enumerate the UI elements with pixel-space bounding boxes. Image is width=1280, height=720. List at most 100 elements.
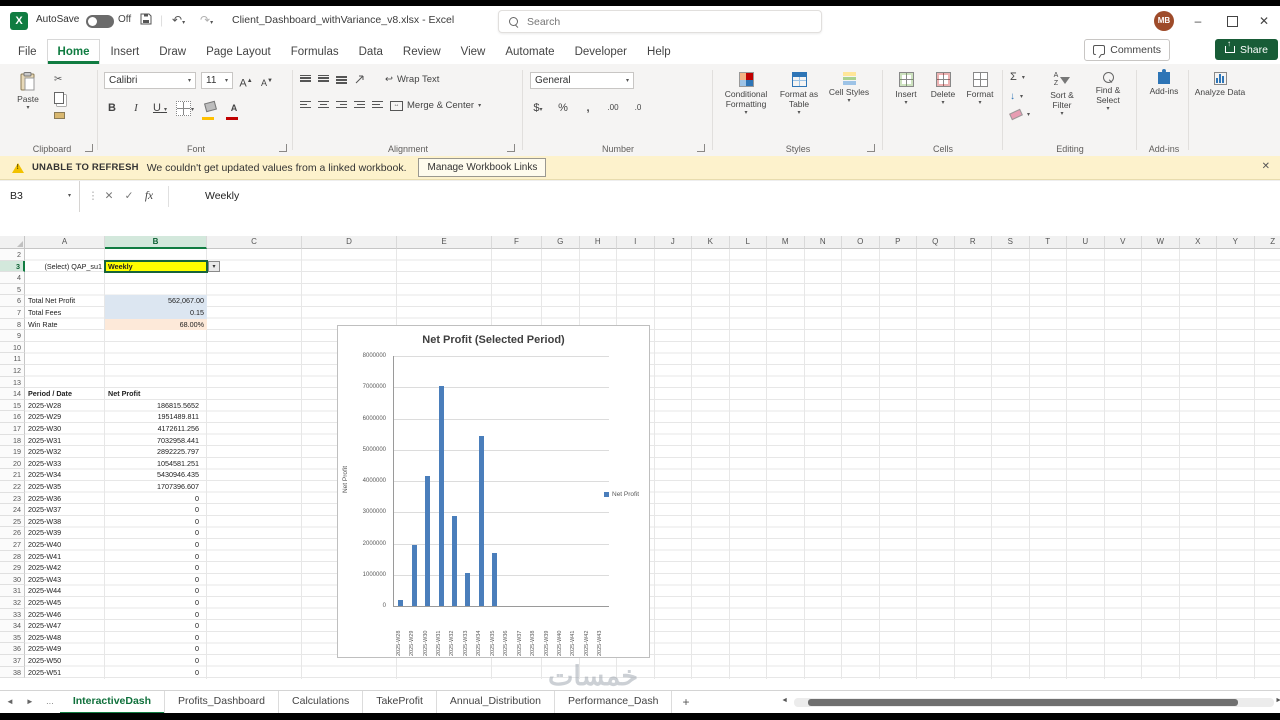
save-icon[interactable]	[140, 13, 152, 28]
column-header-E[interactable]: E	[397, 236, 492, 249]
cell-B17[interactable]: 4172611.256	[105, 423, 207, 435]
row-header-30[interactable]: 30	[0, 573, 25, 586]
row-header-5[interactable]: 5	[0, 283, 25, 296]
name-box[interactable]: B3 ▾	[0, 181, 80, 212]
row-header-14[interactable]: 14	[0, 388, 25, 400]
insert-function-icon[interactable]: fx	[140, 181, 158, 212]
row-header-37[interactable]: 37	[0, 655, 25, 667]
styles-dialog-launcher[interactable]	[867, 144, 875, 152]
copy-button[interactable]	[54, 92, 64, 104]
cell-A31[interactable]: 2025-W44	[25, 585, 105, 597]
cell-B23[interactable]: 0	[105, 493, 207, 505]
cell-B6[interactable]: 562,067.00	[105, 295, 207, 307]
format-cells-button[interactable]: Format ▾	[962, 72, 998, 107]
cell-B19[interactable]: 2892225.797	[105, 446, 207, 458]
increase-decimal-button[interactable]: .00	[605, 100, 621, 116]
column-header-S[interactable]: S	[992, 236, 1030, 249]
sheet-tab-performance_dash[interactable]: Performance_Dash	[555, 691, 673, 713]
cell-A16[interactable]: 2025-W29	[25, 411, 105, 423]
cell-A7[interactable]: Total Fees	[25, 307, 105, 319]
cell-A15[interactable]: 2025-W28	[25, 400, 105, 412]
cell-A8[interactable]: Win Rate	[25, 319, 105, 331]
row-header-25[interactable]: 25	[0, 515, 25, 528]
cell-B3[interactable]: Weekly	[104, 259, 208, 274]
cell-A29[interactable]: 2025-W42	[25, 562, 105, 574]
row-header-6[interactable]: 6	[0, 295, 25, 307]
cell-B24[interactable]: 0	[105, 504, 207, 516]
row-header-19[interactable]: 19	[0, 446, 25, 458]
message-bar-close-icon[interactable]: ✕	[1262, 161, 1270, 172]
find-select-button[interactable]: Find & Select ▾	[1086, 72, 1130, 112]
column-header-K[interactable]: K	[692, 236, 730, 249]
analyze-data-button[interactable]: Analyze Data	[1194, 72, 1246, 98]
row-header-38[interactable]: 38	[0, 666, 25, 679]
cell-B26[interactable]: 0	[105, 527, 207, 539]
cell-B30[interactable]: 0	[105, 574, 207, 586]
conditional-formatting-button[interactable]: Conditional Formatting ▾	[720, 72, 772, 116]
new-sheet-button[interactable]: +	[672, 691, 699, 713]
row-header-33[interactable]: 33	[0, 608, 25, 621]
accounting-format-button[interactable]: $▾	[530, 100, 546, 116]
number-dialog-launcher[interactable]	[697, 144, 705, 152]
hscroll-left-arrow[interactable]: ◄	[781, 697, 788, 704]
row-header-4[interactable]: 4	[0, 272, 25, 284]
search-box[interactable]	[498, 10, 822, 33]
alignment-dialog-launcher[interactable]	[507, 144, 515, 152]
cell-B34[interactable]: 0	[105, 620, 207, 632]
cell-A14[interactable]: Period / Date	[25, 388, 105, 400]
cell-styles-button[interactable]: Cell Styles ▾	[826, 72, 872, 105]
cell-B27[interactable]: 0	[105, 539, 207, 551]
delete-cells-button[interactable]: Delete ▾	[925, 72, 961, 107]
orientation-button[interactable]	[354, 73, 366, 85]
column-header-G[interactable]: G	[542, 236, 580, 249]
row-header-3[interactable]: 3	[0, 260, 25, 273]
column-header-O[interactable]: O	[842, 236, 880, 249]
cells-canvas[interactable]: (Select) QAP_su1 Weekly ▾ Total Net Profit 5…	[25, 249, 1280, 679]
column-header-N[interactable]: N	[804, 236, 842, 249]
avatar[interactable]: MB	[1154, 11, 1174, 31]
ribbon-tab-file[interactable]: File	[8, 40, 47, 64]
cell-A6[interactable]: Total Net Profit	[25, 295, 105, 307]
align-bottom-button[interactable]	[336, 75, 347, 84]
font-dialog-launcher[interactable]	[279, 144, 287, 152]
hscroll-right-arrow[interactable]: ►	[1275, 697, 1280, 704]
cell-A17[interactable]: 2025-W30	[25, 423, 105, 435]
cell-B38[interactable]: 0	[105, 667, 207, 679]
cell-A36[interactable]: 2025-W49	[25, 643, 105, 655]
row-header-22[interactable]: 22	[0, 481, 25, 493]
column-header-J[interactable]: J	[654, 236, 692, 249]
clipboard-dialog-launcher[interactable]	[85, 144, 93, 152]
row-header-11[interactable]: 11	[0, 353, 25, 365]
cell-B18[interactable]: 7032958.441	[105, 435, 207, 447]
cell-B31[interactable]: 0	[105, 585, 207, 597]
row-header-17[interactable]: 17	[0, 423, 25, 435]
undo-button[interactable]: ↶▾	[172, 13, 185, 27]
horizontal-scrollbar[interactable]	[794, 698, 1274, 707]
cell-B35[interactable]: 0	[105, 632, 207, 644]
row-header-13[interactable]: 13	[0, 376, 25, 389]
row-header-24[interactable]: 24	[0, 504, 25, 516]
column-header-Y[interactable]: Y	[1217, 236, 1255, 249]
horizontal-scrollbar-thumb[interactable]	[808, 699, 1238, 706]
row-header-32[interactable]: 32	[0, 597, 25, 609]
ribbon-tab-page-layout[interactable]: Page Layout	[196, 40, 281, 64]
cell-B33[interactable]: 0	[105, 609, 207, 621]
cell-B25[interactable]: 0	[105, 516, 207, 528]
cell-B7[interactable]: 0.15	[105, 307, 207, 319]
row-header-35[interactable]: 35	[0, 631, 25, 644]
ribbon-tab-developer[interactable]: Developer	[565, 40, 637, 64]
row-header-28[interactable]: 28	[0, 550, 25, 563]
underline-button[interactable]: U ▾	[152, 100, 168, 116]
cell-A23[interactable]: 2025-W36	[25, 493, 105, 505]
merge-center-button[interactable]: ↔ Merge & Center ▾	[390, 100, 481, 111]
cell-A27[interactable]: 2025-W40	[25, 539, 105, 551]
column-header-T[interactable]: T	[1029, 236, 1067, 249]
row-header-9[interactable]: 9	[0, 330, 25, 342]
cell-B29[interactable]: 0	[105, 562, 207, 574]
ribbon-tab-data[interactable]: Data	[349, 40, 393, 64]
cell-B37[interactable]: 0	[105, 655, 207, 667]
increase-indent-button[interactable]	[372, 101, 383, 110]
font-name-combo[interactable]: Calibri ▾	[104, 72, 196, 89]
period-dropdown-button[interactable]: ▾	[208, 260, 220, 273]
cut-button[interactable]: ✂	[54, 74, 62, 85]
